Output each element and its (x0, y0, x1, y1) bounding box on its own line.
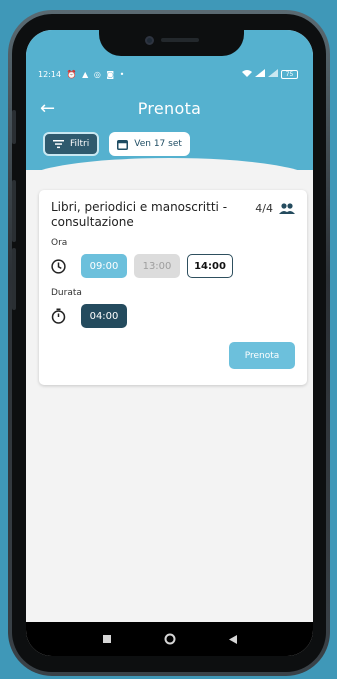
instagram-icon: ◙ (106, 69, 115, 79)
status-left: 12:14 ⏰ ▲ ◎ ◙ • (38, 70, 127, 79)
capacity-value: 4/4 (255, 202, 273, 215)
duration-options: 04:00 (51, 304, 134, 328)
status-dot: • (119, 69, 125, 79)
home-icon[interactable] (164, 633, 176, 645)
recents-icon[interactable] (102, 635, 111, 643)
duration-label: Durata (51, 288, 82, 298)
time-option-1400[interactable]: 14:00 (187, 254, 233, 278)
filter-row: Filtri Ven 17 set (43, 132, 190, 156)
time-options: 09:00 13:00 14:00 (51, 254, 240, 278)
page-title: Prenota (137, 99, 202, 118)
status-right: 75 (242, 69, 301, 79)
signal-icon (268, 69, 278, 79)
status-time: 12:14 (38, 69, 62, 79)
clock-icon (51, 258, 69, 274)
app-bar: ← Prenota (26, 96, 313, 124)
date-picker-button[interactable]: Ven 17 set (109, 132, 190, 156)
side-button (12, 110, 16, 144)
signal-icon (255, 69, 265, 79)
duration-option[interactable]: 04:00 (81, 304, 127, 328)
phone-frame: 12:14 ⏰ ▲ ◎ ◙ • 75 ← Prenota Filtri Ven … (8, 10, 330, 676)
system-nav-bar (26, 622, 313, 656)
front-camera (145, 36, 154, 45)
notch (99, 30, 244, 56)
volume-up-button (12, 180, 16, 242)
people-icon (279, 203, 295, 214)
alarm-icon: ⏰ (66, 69, 77, 79)
calendar-icon (117, 139, 129, 150)
volume-down-button (12, 248, 16, 310)
back-nav-icon[interactable] (228, 634, 237, 644)
date-label: Ven 17 set (134, 139, 182, 149)
filter-icon (53, 139, 64, 149)
time-label: Ora (51, 238, 68, 248)
earpiece-speaker (161, 38, 199, 42)
book-button[interactable]: Prenota (229, 342, 295, 369)
warning-icon: ▲ (82, 69, 89, 79)
screen: 12:14 ⏰ ▲ ◎ ◙ • 75 ← Prenota Filtri Ven … (26, 30, 313, 656)
filters-button[interactable]: Filtri (43, 132, 100, 156)
capacity-indicator: 4/4 (255, 202, 295, 215)
battery-indicator: 75 (281, 69, 298, 79)
time-option-0900[interactable]: 09:00 (81, 254, 127, 278)
resource-title: Libri, periodici e manoscritti - consult… (51, 200, 228, 229)
time-option-1300: 13:00 (134, 254, 180, 278)
whatsapp-icon: ◎ (93, 69, 101, 79)
resource-card: Libri, periodici e manoscritti - consult… (39, 190, 307, 385)
stopwatch-icon (51, 308, 69, 324)
wifi-icon (242, 69, 252, 79)
filters-label: Filtri (70, 139, 90, 149)
status-bar: 12:14 ⏰ ▲ ◎ ◙ • 75 (38, 67, 301, 81)
phone-bezel: 12:14 ⏰ ▲ ◎ ◙ • 75 ← Prenota Filtri Ven … (12, 14, 326, 672)
